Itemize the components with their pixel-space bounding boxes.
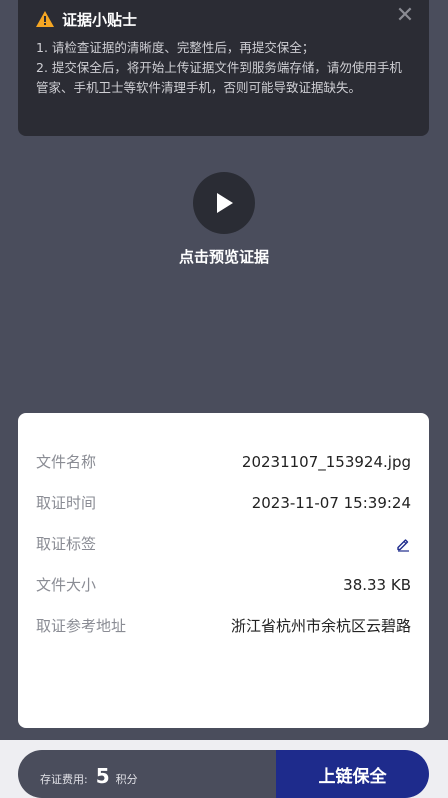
info-row-address: 取证参考地址 浙江省杭州市余杭区云碧路 (36, 605, 411, 646)
fee-info: 存证费用: 5 积分 (18, 750, 276, 798)
footer-bar: 存证费用: 5 积分 上链保全 (18, 750, 429, 798)
info-row-filename: 文件名称 20231107_153924.jpg (36, 441, 411, 482)
fee-label: 存证费用: (40, 773, 88, 786)
info-row-time: 取证时间 2023-11-07 15:39:24 (36, 482, 411, 523)
info-label: 取证时间 (36, 494, 97, 512)
evidence-info-card: 文件名称 20231107_153924.jpg 取证时间 2023-11-07… (18, 413, 429, 728)
tips-line: 1. 请检查证据的清晰度、完整性后，再提交保全； (36, 40, 315, 55)
info-value: 浙江省杭州市余杭区云碧路 (230, 617, 411, 635)
pencil-icon[interactable] (395, 536, 411, 552)
preview-label[interactable]: 点击预览证据 (0, 246, 448, 267)
tips-line: 2. 提交保全后，将开始上传证据文件到服务端存储，请勿使用手机管家、手机卫士等软… (36, 60, 402, 95)
footer: 存证费用: 5 积分 上链保全 (0, 740, 448, 798)
preview-play-button[interactable] (193, 172, 255, 234)
info-row-tag: 取证标签 (36, 523, 411, 564)
info-value: 20231107_153924.jpg (241, 452, 411, 471)
preview-section: 点击预览证据 (0, 172, 448, 267)
play-icon (217, 193, 233, 213)
tips-header: 证据小贴士 (36, 8, 413, 30)
close-icon[interactable]: ✕ (395, 5, 415, 27)
warning-icon (36, 11, 54, 27)
info-row-size: 文件大小 38.33 KB (36, 564, 411, 605)
info-label: 文件名称 (36, 453, 97, 471)
info-value: 38.33 KB (343, 575, 411, 594)
info-label: 文件大小 (36, 576, 97, 594)
info-label: 取证标签 (36, 535, 97, 553)
fee-amount: 5 (95, 764, 110, 788)
tips-title: 证据小贴士 (62, 10, 138, 29)
info-value: 2023-11-07 15:39:24 (251, 493, 411, 512)
tips-body: 1. 请检查证据的清晰度、完整性后，再提交保全； 2. 提交保全后，将开始上传证… (36, 38, 413, 98)
fee-unit: 积分 (115, 773, 138, 786)
evidence-tips-panel: 证据小贴士 ✕ 1. 请检查证据的清晰度、完整性后，再提交保全； 2. 提交保全… (18, 0, 429, 136)
info-label: 取证参考地址 (36, 617, 127, 635)
submit-chain-button[interactable]: 上链保全 (276, 750, 429, 798)
